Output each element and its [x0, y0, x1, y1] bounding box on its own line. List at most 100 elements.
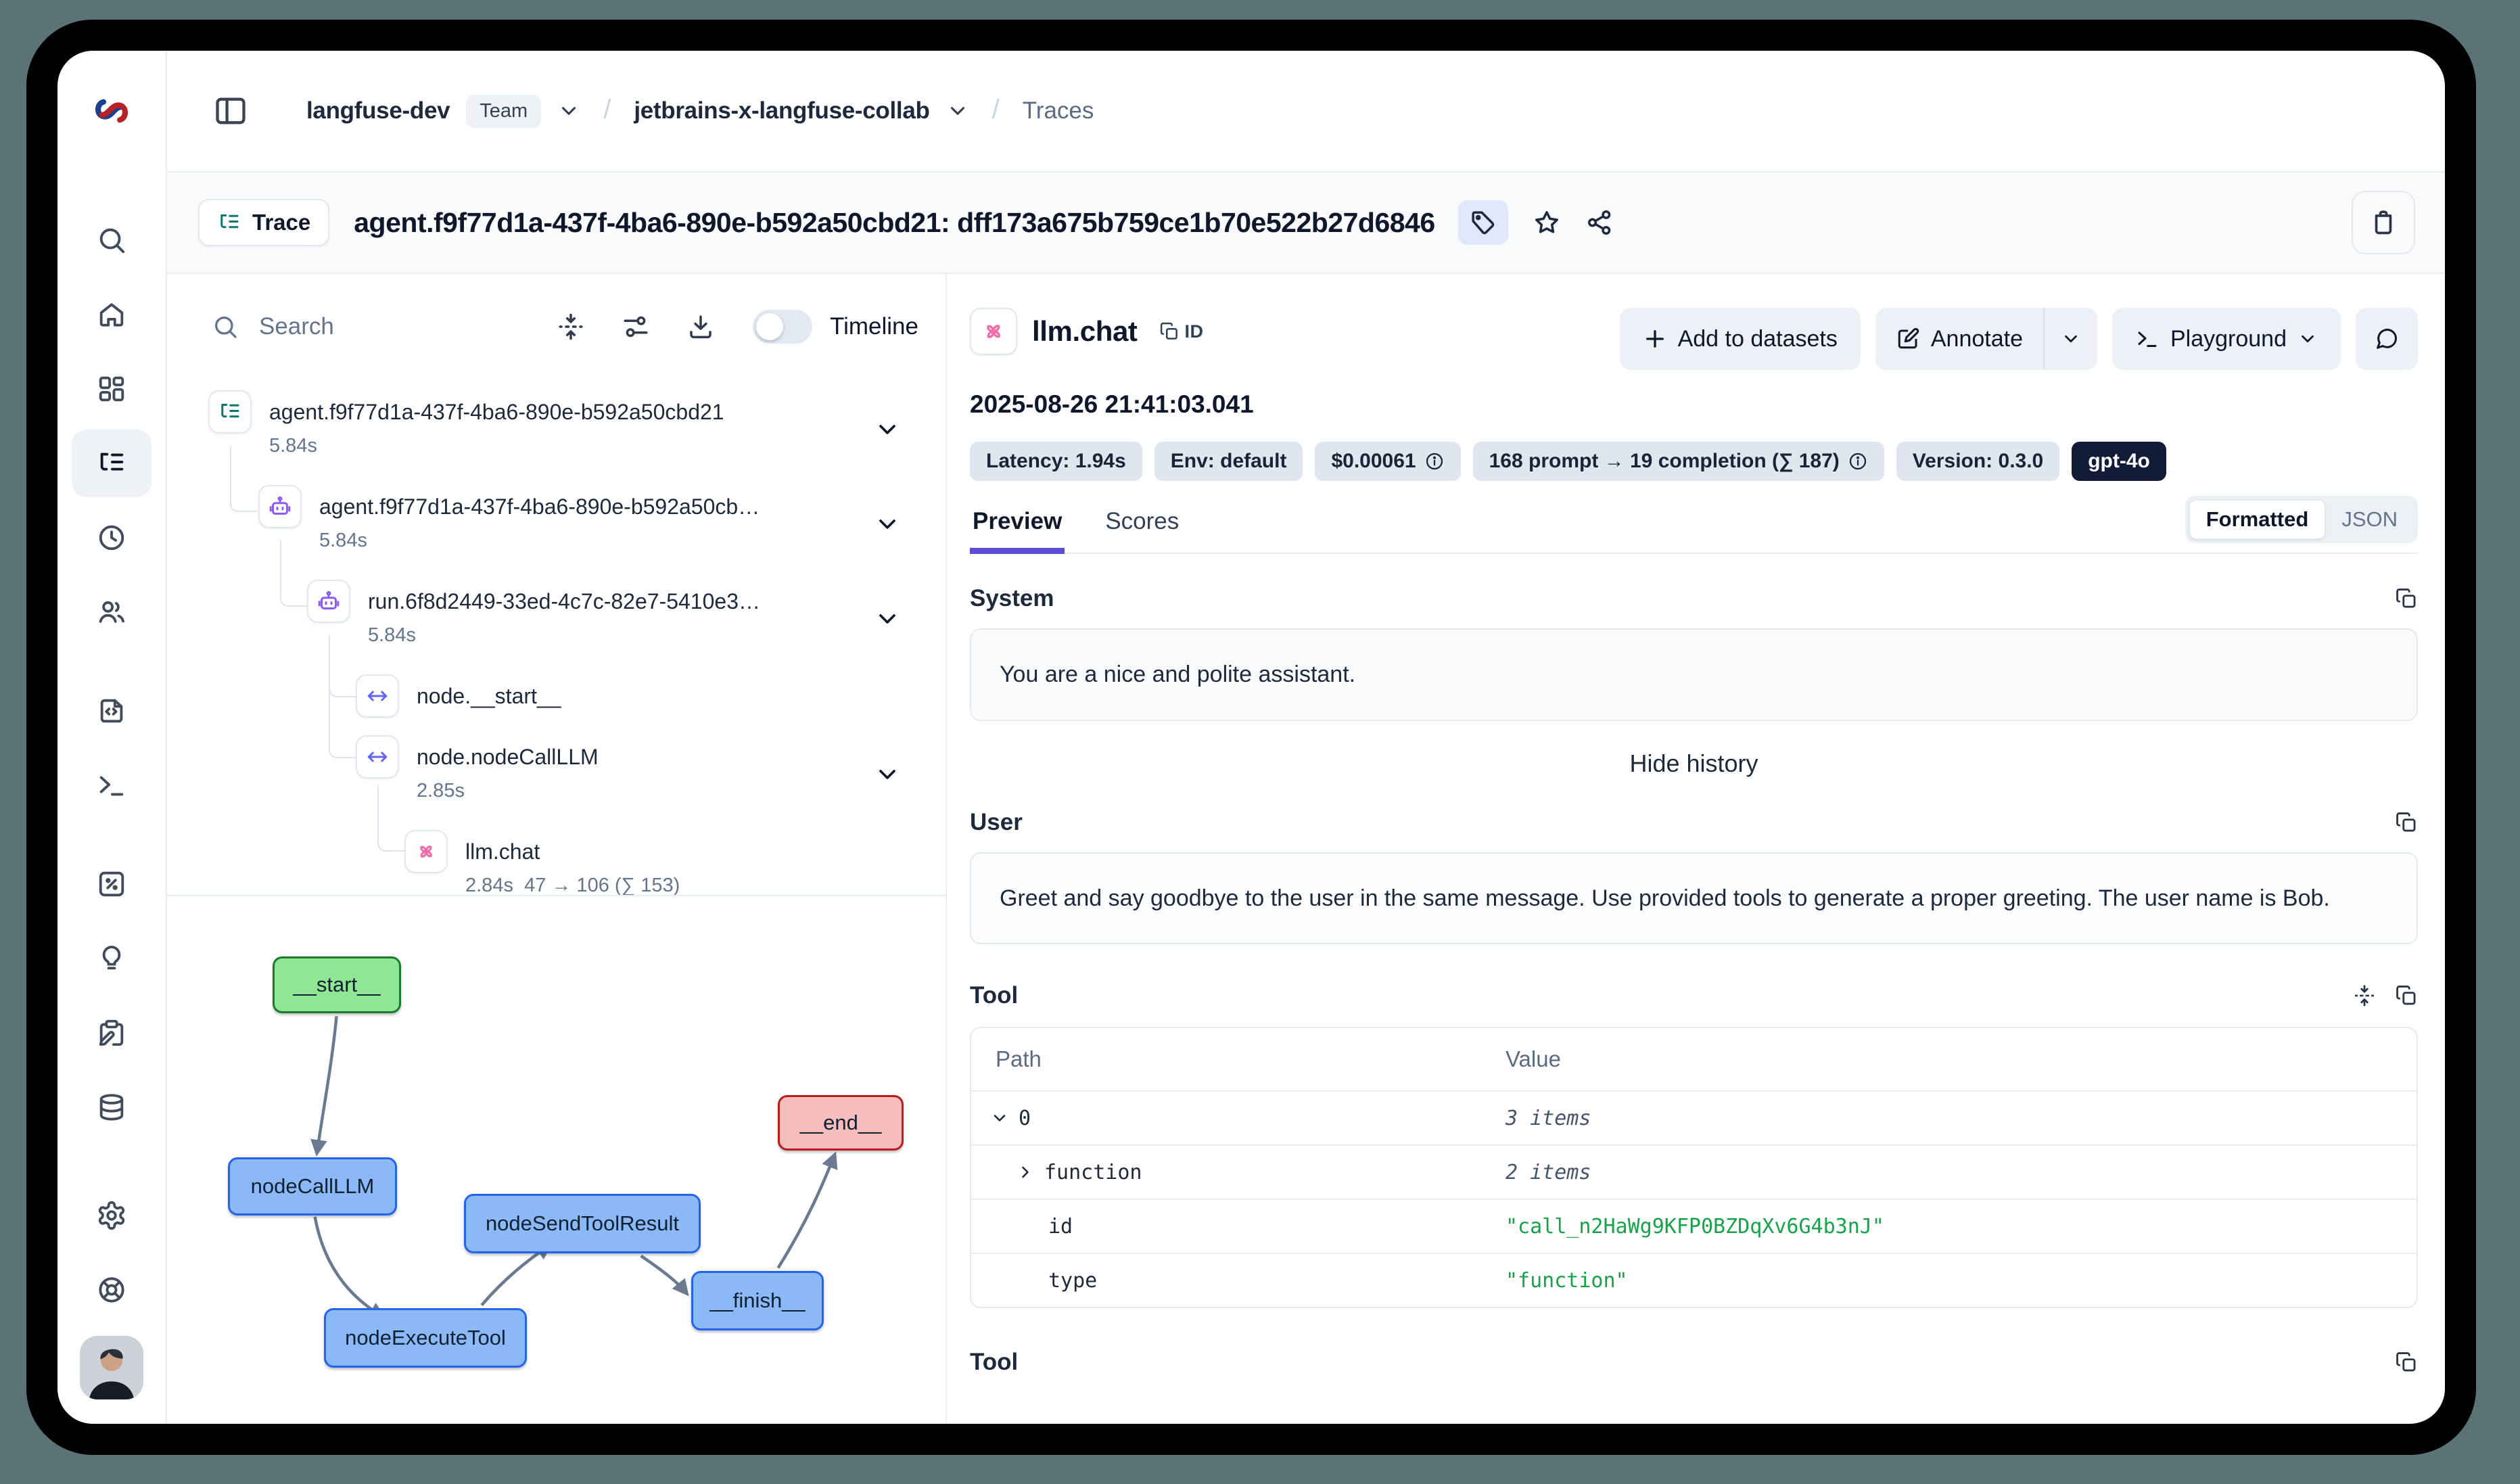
tree-row-agent-span[interactable]: agent.f9f77d1a-437f-4ba6-890e-b592a50cb……: [258, 485, 760, 552]
top-bar: langfuse-dev Team / jetbrains-x-langfuse…: [167, 51, 2445, 171]
tag-button[interactable]: [1458, 200, 1508, 245]
playground-terminal-icon[interactable]: [72, 751, 151, 819]
sessions-clock-icon[interactable]: [72, 504, 151, 572]
graph-node-call-llm[interactable]: nodeCallLLM: [228, 1157, 397, 1215]
graph-node-send-tool-result[interactable]: nodeSendToolResult: [464, 1194, 701, 1253]
format-toggle: Formatted JSON: [2185, 496, 2418, 543]
table-row[interactable]: function 2 items: [971, 1144, 2417, 1199]
scores-percent-icon[interactable]: [72, 850, 151, 918]
info-icon: [1848, 451, 1868, 471]
breadcrumb: langfuse-dev Team / jetbrains-x-langfuse…: [306, 95, 1094, 128]
graph-node-label: __end__: [800, 1111, 882, 1135]
annotate-button[interactable]: Annotate: [1875, 308, 2043, 370]
collapse-all-icon[interactable]: [557, 312, 585, 341]
format-formatted-option[interactable]: Formatted: [2189, 500, 2326, 539]
add-to-datasets-button[interactable]: Add to datasets: [1620, 308, 1861, 370]
prompts-file-code-icon[interactable]: [72, 677, 151, 745]
evals-lightbulb-icon[interactable]: [72, 925, 151, 992]
org-name[interactable]: langfuse-dev: [306, 97, 450, 124]
project-chevron-down-icon[interactable]: [946, 99, 969, 122]
copy-icon[interactable]: [2395, 1351, 2418, 1374]
tab-preview[interactable]: Preview: [970, 508, 1065, 553]
tree-row-duration: 5.84s: [269, 435, 724, 457]
support-lifebuoy-icon[interactable]: [72, 1256, 151, 1324]
expand-icon[interactable]: [2353, 984, 2376, 1007]
project-name[interactable]: jetbrains-x-langfuse-collab: [634, 97, 929, 124]
json-value: "call_n2HaWg9KFP0BZDqXv6G4b3nJ": [1506, 1215, 2417, 1238]
tracing-icon[interactable]: [72, 430, 151, 497]
cost-badge[interactable]: $0.00061: [1315, 442, 1460, 481]
playground-button[interactable]: Playground: [2112, 308, 2341, 370]
tree-row-node-call-llm[interactable]: node.nodeCallLLM2.85s: [356, 735, 599, 802]
copy-icon[interactable]: [2395, 984, 2418, 1007]
comments-button[interactable]: [2356, 308, 2418, 370]
delete-trace-button[interactable]: [2352, 191, 2415, 254]
graph-node-finish[interactable]: __finish__: [691, 1271, 824, 1330]
tree-row-run-span[interactable]: run.6f8d2449-33ed-4c7c-82e7-5410e3…5.84s: [307, 580, 760, 647]
annotate-dropdown-chevron[interactable]: [2045, 308, 2097, 370]
datasets-database-icon[interactable]: [72, 1073, 151, 1141]
users-icon[interactable]: [72, 578, 151, 646]
download-icon[interactable]: [686, 312, 715, 341]
json-key: type: [1048, 1269, 1097, 1293]
content-split: Timeline agent.f9f77d1a-437f-4ba6-890e-b…: [167, 274, 2445, 1424]
graph-node-label: nodeSendToolResult: [486, 1211, 679, 1236]
system-section-header: System: [970, 585, 2418, 612]
tree-row-trace-root[interactable]: agent.f9f77d1a-437f-4ba6-890e-b592a50cbd…: [208, 390, 724, 457]
table-row[interactable]: id "call_n2HaWg9KFP0BZDqXv6G4b3nJ": [971, 1199, 2417, 1253]
copy-id-button[interactable]: ID: [1159, 321, 1204, 342]
table-row[interactable]: 0 3 items: [971, 1090, 2417, 1144]
home-icon[interactable]: [72, 281, 151, 348]
sidebar-toggle-icon[interactable]: [213, 93, 248, 129]
trace-tree-icon: [217, 210, 241, 235]
tree-row-label: node.__start__: [417, 684, 561, 708]
copy-icon[interactable]: [2395, 587, 2418, 610]
chevron-down-icon: [2061, 329, 2081, 349]
tree-settings-icon[interactable]: [622, 312, 650, 341]
row-collapse-chevron[interactable]: [874, 511, 901, 541]
share-icon: [1585, 208, 1614, 237]
tool-heading: Tool: [970, 982, 1018, 1009]
tool2-section-header: Tool: [970, 1349, 2418, 1376]
metadata-badges: Latency: 1.94s Env: default $0.00061 168…: [970, 442, 2418, 481]
model-badge[interactable]: gpt-4o: [2072, 442, 2166, 481]
timeline-toggle[interactable]: [753, 310, 812, 344]
system-heading: System: [970, 585, 1054, 612]
chevron-down-icon[interactable]: [990, 1109, 1009, 1128]
tree-row-node-start[interactable]: node.__start__: [356, 674, 561, 718]
hide-history-link[interactable]: Hide history: [970, 749, 2418, 778]
json-value: 2 items: [1506, 1161, 2417, 1184]
breadcrumb-section[interactable]: Traces: [1023, 97, 1094, 124]
dashboards-icon[interactable]: [72, 355, 151, 423]
settings-gear-icon[interactable]: [72, 1182, 151, 1249]
search-nav-icon[interactable]: [72, 206, 151, 274]
graph-node-start[interactable]: __start__: [273, 956, 401, 1013]
table-row[interactable]: type "function": [971, 1253, 2417, 1307]
share-button[interactable]: [1585, 208, 1614, 237]
bookmark-star-button[interactable]: [1533, 208, 1561, 237]
tab-scores[interactable]: Scores: [1102, 508, 1182, 553]
search-input[interactable]: [259, 313, 520, 340]
detail-actions: Add to datasets Annotate Playground: [1620, 308, 2418, 370]
row-collapse-chevron[interactable]: [874, 605, 901, 636]
breadcrumb-separator-2: /: [992, 95, 1000, 125]
tokens-badge[interactable]: 168 prompt → 19 completion (∑ 187): [1473, 442, 1884, 481]
copy-icon[interactable]: [2395, 811, 2418, 834]
column-path: Path: [971, 1046, 1506, 1072]
row-collapse-chevron[interactable]: [874, 761, 901, 791]
graph-node-execute-tool[interactable]: nodeExecuteTool: [324, 1308, 527, 1368]
annotation-clipboard-pen-icon[interactable]: [72, 999, 151, 1067]
user-avatar[interactable]: [80, 1336, 143, 1399]
tree-row-duration: 5.84s: [319, 530, 760, 552]
graph-node-end[interactable]: __end__: [778, 1095, 904, 1151]
tree-row-llm-chat[interactable]: llm.chat 2.84s 47 → 106 (∑ 153): [404, 830, 680, 896]
detail-scroll-area[interactable]: System You are a nice and polite assista…: [970, 554, 2418, 1424]
chevron-right-icon[interactable]: [1016, 1163, 1035, 1182]
format-json-option[interactable]: JSON: [2325, 501, 2414, 538]
tree-row-label: agent.f9f77d1a-437f-4ba6-890e-b592a50cbd…: [269, 400, 724, 424]
row-collapse-chevron[interactable]: [874, 416, 901, 446]
message-bubble-icon: [2375, 327, 2399, 351]
org-chevron-down-icon[interactable]: [557, 99, 580, 122]
latency-badge: Latency: 1.94s: [970, 442, 1142, 481]
tool-section-header: Tool: [970, 982, 2418, 1009]
